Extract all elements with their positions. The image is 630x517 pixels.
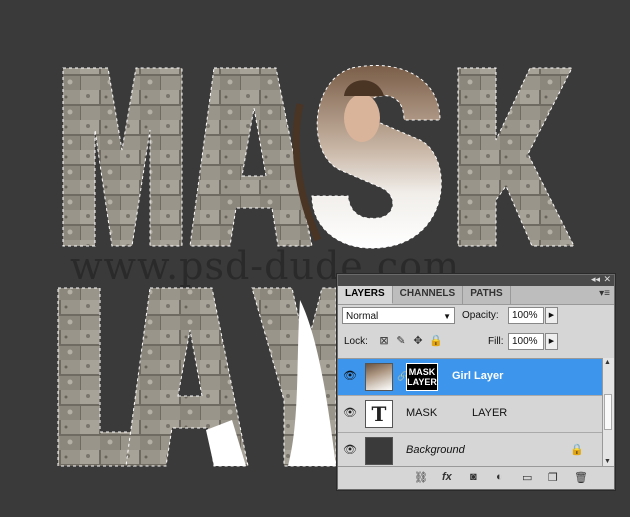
letter-a2 xyxy=(125,287,249,467)
panel-tabs: LAYERS CHANNELS PATHS ▾≡ xyxy=(338,286,614,305)
tab-channels[interactable]: CHANNELS xyxy=(393,286,464,304)
lock-transparent-icon[interactable]: ⊠ xyxy=(378,335,390,347)
lock-icon: 🔒 xyxy=(570,444,584,456)
panel-titlebar[interactable]: ◂◂ ✕ xyxy=(338,274,614,286)
letter-l xyxy=(57,287,135,467)
opacity-slider-button[interactable]: ▶ xyxy=(545,307,558,324)
close-icon[interactable]: ✕ xyxy=(603,274,611,285)
blend-mode-value: Normal xyxy=(346,311,379,322)
tab-layers[interactable]: LAYERS xyxy=(338,286,393,304)
letter-s xyxy=(292,64,442,249)
fill-label: Fill: xyxy=(488,336,504,347)
layer-name[interactable]: Girl Layer xyxy=(452,370,503,382)
layers-panel: ◂◂ ✕ LAYERS CHANNELS PATHS ▾≡ Normal ▼ O… xyxy=(337,274,615,490)
blend-mode-select[interactable]: Normal ▼ xyxy=(342,307,455,324)
scroll-thumb[interactable] xyxy=(604,394,612,430)
letter-y xyxy=(251,287,337,467)
panel-bottom-toolbar: ⛓ fx ◙ ◐ ▭ ❐ 🗑 xyxy=(338,466,614,489)
opacity-label: Opacity: xyxy=(462,310,499,321)
fill-input[interactable]: 100% xyxy=(508,333,544,350)
solid-fill-thumbnail-icon xyxy=(365,437,393,465)
mask-icon[interactable]: ◙ xyxy=(470,471,477,483)
layer-row-girl[interactable]: 👁 🔗 MASK LAYER Girl Layer xyxy=(338,359,602,396)
eye-icon[interactable]: 👁 xyxy=(342,443,358,457)
fx-icon[interactable]: fx xyxy=(442,471,452,483)
layers-scrollbar[interactable]: ▲ ▼ xyxy=(602,358,614,466)
scroll-down-icon[interactable]: ▼ xyxy=(604,458,611,465)
photo-thumbnail-icon xyxy=(365,363,393,391)
panel-menu-icon[interactable]: ▾≡ xyxy=(599,288,610,299)
tab-paths[interactable]: PATHS xyxy=(463,286,511,304)
text-layer-icon: T xyxy=(365,400,393,428)
lock-label: Lock: xyxy=(344,336,368,347)
link-icon[interactable]: ⛓ xyxy=(414,471,428,484)
lock-brush-icon[interactable]: ✎ xyxy=(395,335,407,347)
layer-name[interactable]: MASK xyxy=(406,407,437,419)
layer-name[interactable]: Background xyxy=(406,444,465,456)
eye-icon[interactable]: 👁 xyxy=(342,369,358,383)
layer-row-background[interactable]: 👁 Background 🔒 xyxy=(338,433,602,470)
layer-name-second-line[interactable]: LAYER xyxy=(472,407,507,419)
chevron-down-icon: ▼ xyxy=(443,312,451,321)
group-icon[interactable]: ▭ xyxy=(522,471,532,484)
layers-list: 👁 🔗 MASK LAYER Girl Layer 👁 T MASK LAYER… xyxy=(338,358,602,470)
eye-icon[interactable]: 👁 xyxy=(342,406,358,420)
layer-row-text[interactable]: 👁 T MASK LAYER xyxy=(338,396,602,433)
layer-mask-thumbnail[interactable]: MASK LAYER xyxy=(406,363,438,391)
lock-all-icon[interactable]: 🔒 xyxy=(429,335,443,347)
letter-k xyxy=(457,67,575,247)
lock-move-icon[interactable]: ✥ xyxy=(412,335,424,347)
opacity-input[interactable]: 100% xyxy=(508,307,544,324)
blend-opacity-row: Normal ▼ Opacity: 100% ▶ xyxy=(342,307,610,327)
letter-m xyxy=(62,67,183,247)
fill-slider-button[interactable]: ▶ xyxy=(545,333,558,350)
adjustment-icon[interactable]: ◐ xyxy=(496,471,503,483)
collapse-icon[interactable]: ◂◂ xyxy=(591,274,600,285)
new-layer-icon[interactable]: ❐ xyxy=(548,471,558,484)
lock-fill-row: Lock: ⊠ ✎ ✥ 🔒 Fill: 100% ▶ xyxy=(342,333,610,353)
scroll-up-icon[interactable]: ▲ xyxy=(604,359,611,366)
trash-icon[interactable]: 🗑 xyxy=(574,471,588,484)
